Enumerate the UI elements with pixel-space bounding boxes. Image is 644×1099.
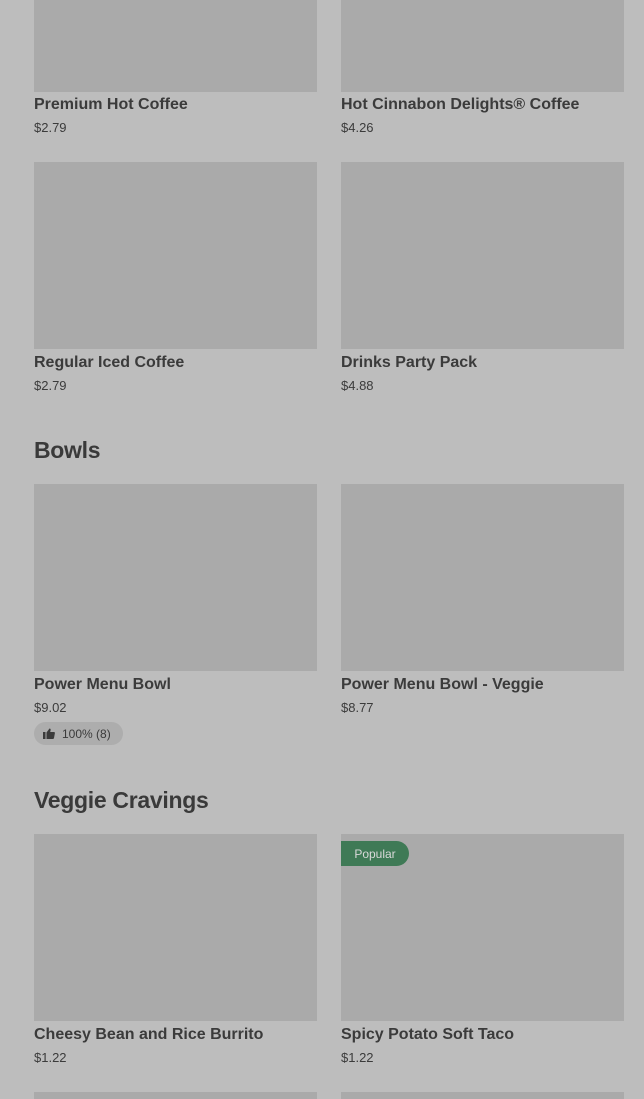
item-image-cheesy-bean-and-rice-burrito[interactable] [34,834,317,1021]
item-image-drinks-party-pack[interactable] [341,162,624,349]
item-image-hot-cinnabon-delights-coffee[interactable] [341,0,624,92]
item-price: $4.26 [341,120,374,135]
item-name[interactable]: Power Menu Bowl - Veggie [341,676,544,694]
item-price: $8.77 [341,700,374,715]
item-price: $2.79 [34,378,67,393]
item-image-power-menu-bowl[interactable] [34,484,317,671]
item-name[interactable]: Premium Hot Coffee [34,96,188,114]
item-name[interactable]: Power Menu Bowl [34,676,171,694]
rating-text: 100% (8) [62,726,111,741]
thumbs-up-icon [43,728,55,739]
item-price: $9.02 [34,700,67,715]
section-title-veggie-cravings: Veggie Cravings [34,787,209,813]
item-name[interactable]: Drinks Party Pack [341,354,477,372]
item-image-next-left[interactable] [34,1092,317,1099]
item-price: $1.22 [341,1050,374,1065]
item-image-next-right[interactable] [341,1092,624,1099]
item-name[interactable]: Cheesy Bean and Rice Burrito [34,1026,263,1044]
item-name[interactable]: Spicy Potato Soft Taco [341,1026,514,1044]
rating-badge: 100% (8) [34,722,123,745]
section-title-bowls: Bowls [34,437,101,463]
item-image-power-menu-bowl-veggie[interactable] [341,484,624,671]
item-image-premium-hot-coffee[interactable] [34,0,317,92]
item-name[interactable]: Hot Cinnabon Delights® Coffee [341,96,579,114]
item-price: $1.22 [34,1050,67,1065]
item-price: $4.88 [341,378,374,393]
item-price: $2.79 [34,120,67,135]
item-name[interactable]: Regular Iced Coffee [34,354,184,372]
popular-badge: Popular [341,841,409,866]
item-image-regular-iced-coffee[interactable] [34,162,317,349]
